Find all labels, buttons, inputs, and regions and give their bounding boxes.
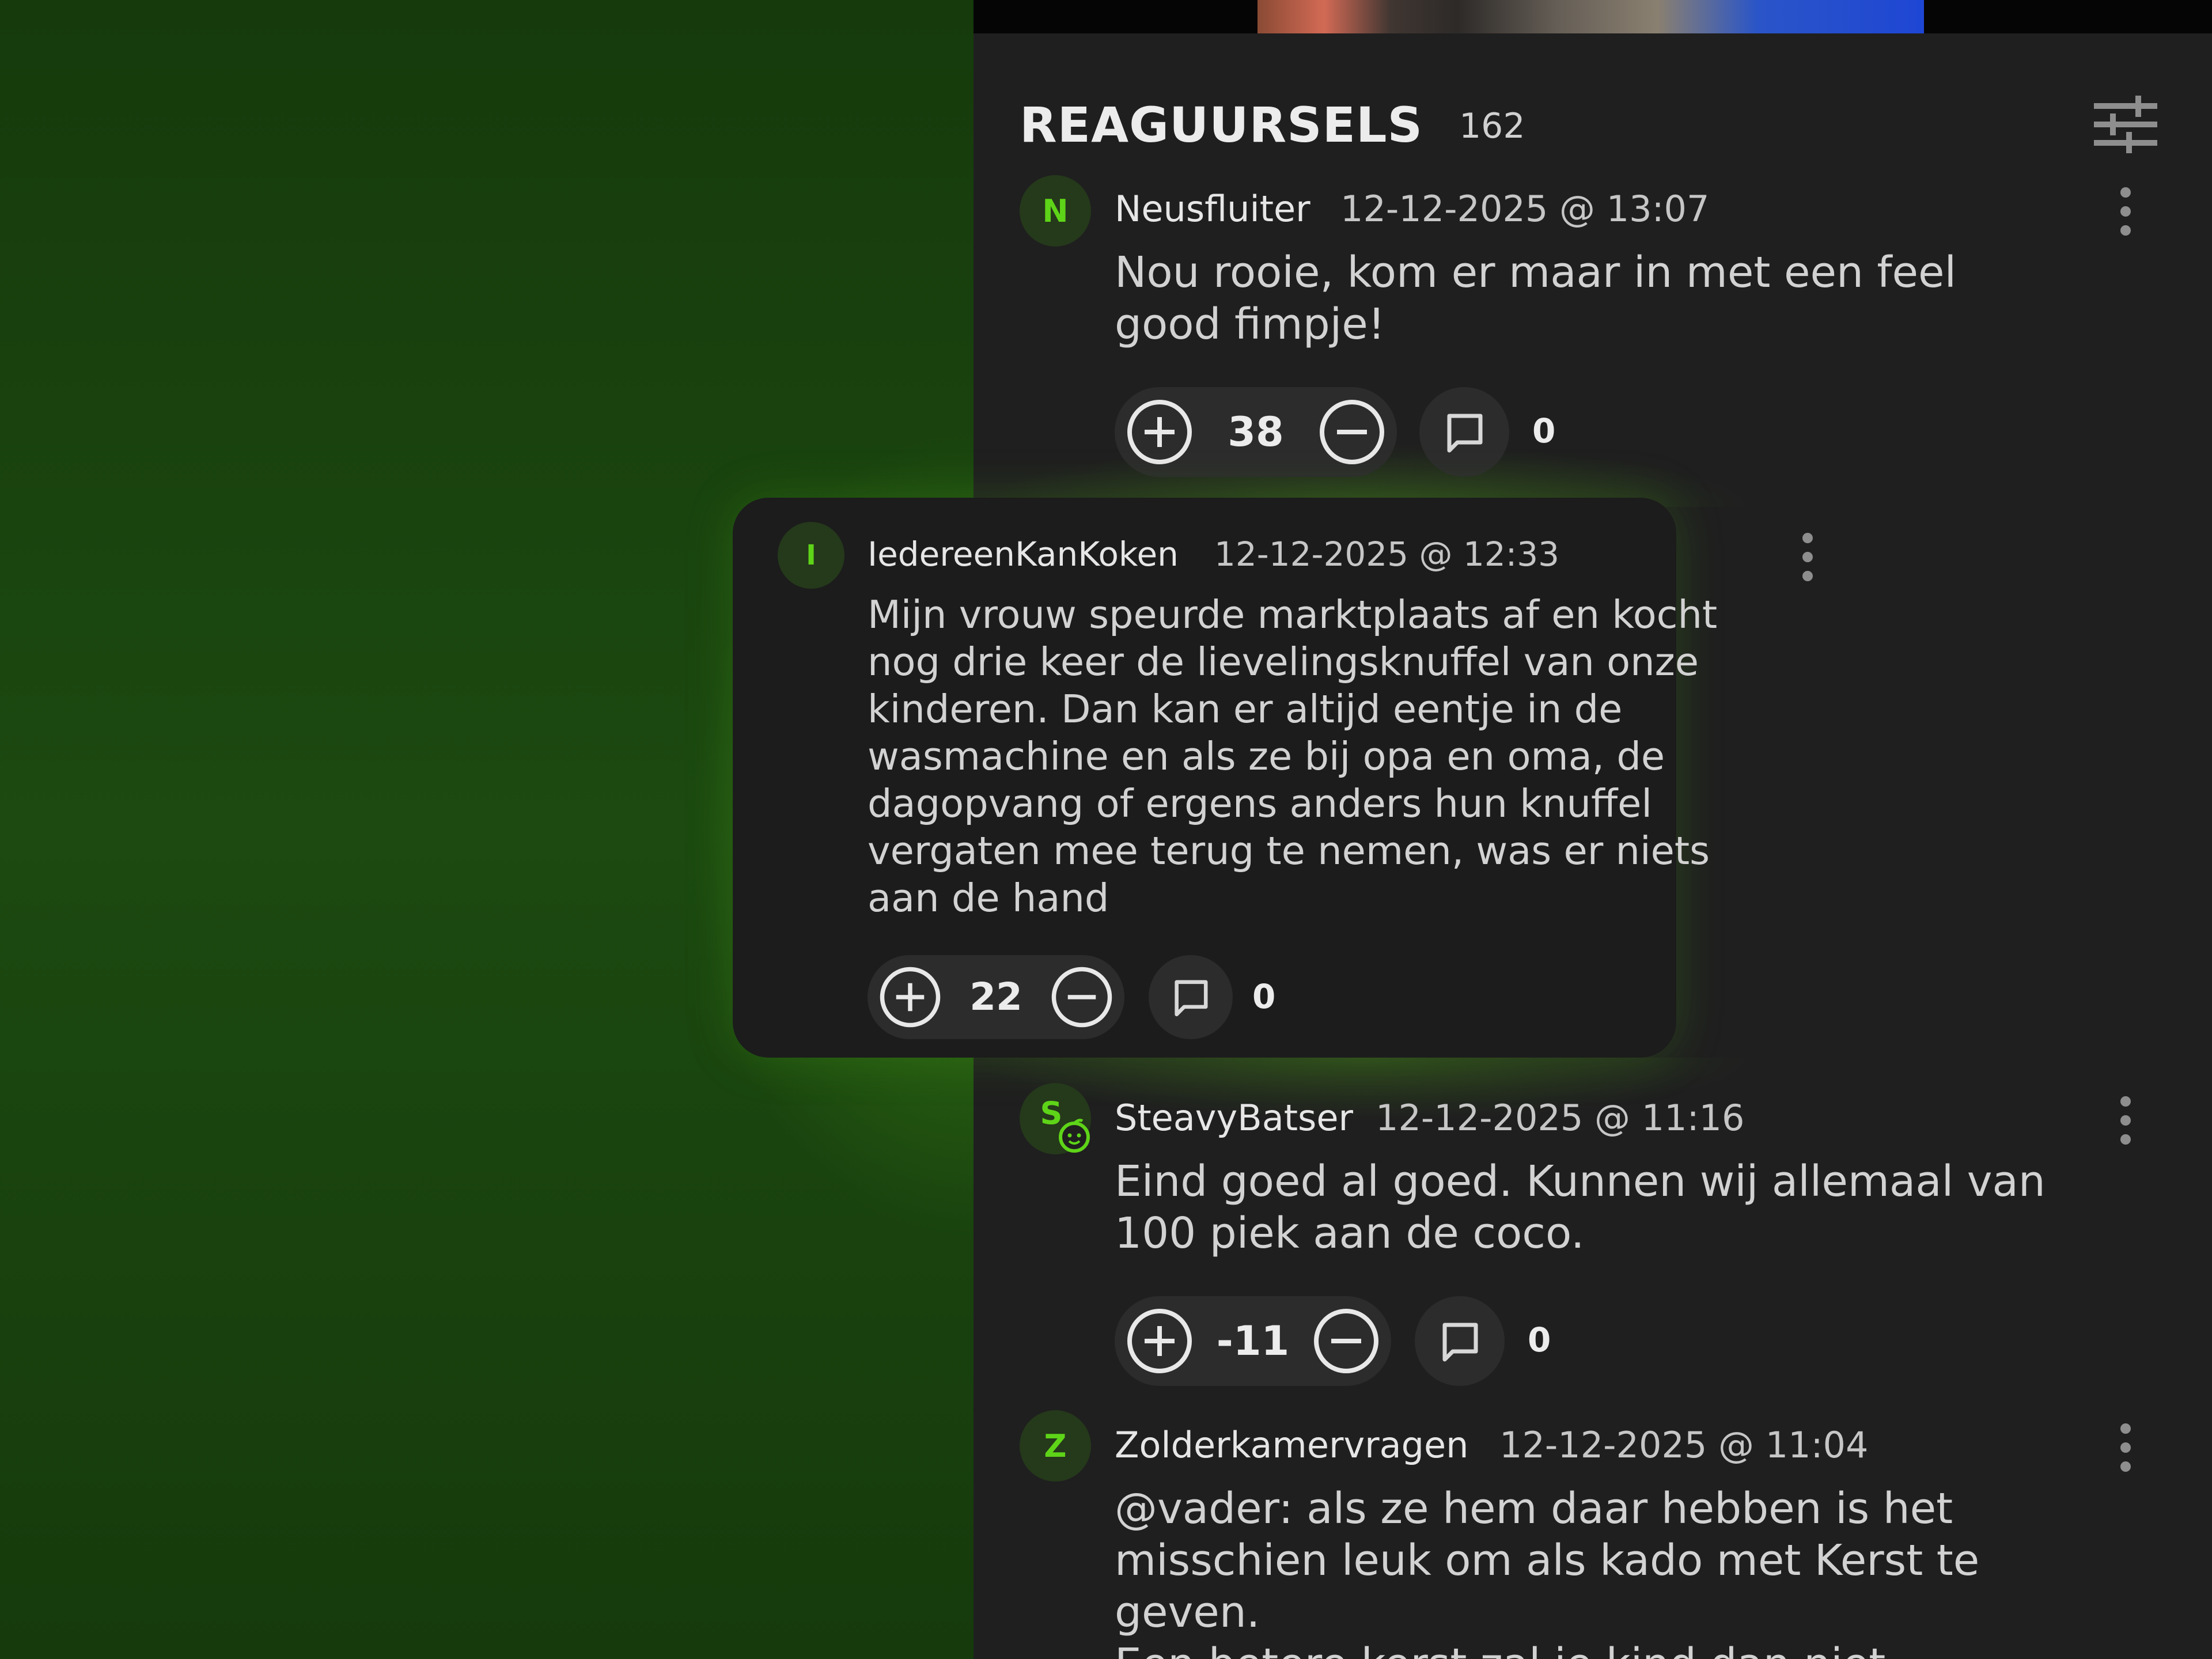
- more-options-button[interactable]: [2114, 1422, 2137, 1474]
- avatar-letter: N: [1042, 192, 1069, 229]
- reply-count: 0: [1252, 977, 1276, 1016]
- comment-username[interactable]: Zolderkamervragen: [1115, 1424, 1468, 1466]
- vote-score: 22: [969, 975, 1022, 1019]
- speech-bubble-icon: [1442, 1323, 1478, 1362]
- comment-timestamp: 12-12-2025 @ 12:33: [1214, 535, 1560, 574]
- vote-control: 38: [1115, 387, 1397, 477]
- avatar-letter: Z: [1044, 1427, 1067, 1464]
- avatar[interactable]: I: [778, 522, 844, 589]
- vote-score: 38: [1228, 408, 1284, 456]
- baby-face-icon: [1059, 1119, 1090, 1153]
- comment-body: @vader: als ze hem daar hebben is het mi…: [1115, 1484, 1980, 1659]
- comments-count: 162: [1459, 106, 1525, 146]
- page: REAGUURSELS 162 N Neusfluiter 12-12-2025…: [0, 0, 2212, 1659]
- comment-body: Eind goed al goed. Kunnen wij allemaal v…: [1115, 1157, 2046, 1258]
- reply-button[interactable]: [1415, 1296, 1505, 1386]
- speech-bubble-icon: [1447, 414, 1483, 453]
- more-options-button[interactable]: [1796, 531, 1819, 583]
- downvote-button[interactable]: [1312, 1306, 1381, 1376]
- comment-username[interactable]: Neusfluiter: [1115, 188, 1310, 230]
- vote-control: -11: [1115, 1296, 1391, 1386]
- comment-username[interactable]: SteavyBatser: [1115, 1097, 1353, 1139]
- more-options-button[interactable]: [2114, 1094, 2137, 1146]
- kebab-menu-icon: [2120, 187, 2131, 236]
- upvote-button[interactable]: [1125, 397, 1194, 467]
- comment-timestamp: 12-12-2025 @ 11:04: [1499, 1424, 1869, 1466]
- video-thumbnail[interactable]: [1257, 0, 1924, 33]
- kebab-menu-icon: [2120, 1423, 2131, 1472]
- reply-button[interactable]: [1149, 955, 1233, 1039]
- vote-score: -11: [1216, 1317, 1290, 1365]
- kebab-menu-icon: [2120, 1096, 2131, 1145]
- comments-title: REAGUURSELS: [1020, 97, 1423, 153]
- downvote-button[interactable]: [1050, 965, 1114, 1029]
- avatar[interactable]: N: [1020, 175, 1091, 247]
- reply-button[interactable]: [1419, 387, 1509, 477]
- comment-timestamp: 12-12-2025 @ 13:07: [1340, 188, 1710, 230]
- upvote-button[interactable]: [878, 965, 942, 1029]
- avatar[interactable]: Z: [1020, 1410, 1091, 1482]
- more-options-button[interactable]: [2114, 185, 2137, 237]
- sliders-icon: [2094, 95, 2157, 154]
- comment-username[interactable]: IedereenKanKoken: [868, 535, 1179, 574]
- avatar-letter: I: [806, 539, 816, 571]
- downvote-button[interactable]: [1317, 397, 1387, 467]
- upvote-button[interactable]: [1125, 1306, 1194, 1376]
- comment-body: Mijn vrouw speurde marktplaats af en koc…: [868, 592, 1718, 921]
- reply-count: 0: [1532, 411, 1556, 450]
- kebab-menu-icon: [1802, 533, 1813, 581]
- filter-button[interactable]: [2093, 95, 2158, 154]
- vote-control: 22: [868, 955, 1124, 1039]
- speech-bubble-icon: [1175, 980, 1208, 1017]
- comment-timestamp: 12-12-2025 @ 11:16: [1376, 1097, 1745, 1139]
- avatar[interactable]: S: [1020, 1083, 1091, 1154]
- comment-body: Nou rooie, kom er maar in met een feel g…: [1115, 248, 1957, 349]
- reply-count: 0: [1528, 1320, 1551, 1359]
